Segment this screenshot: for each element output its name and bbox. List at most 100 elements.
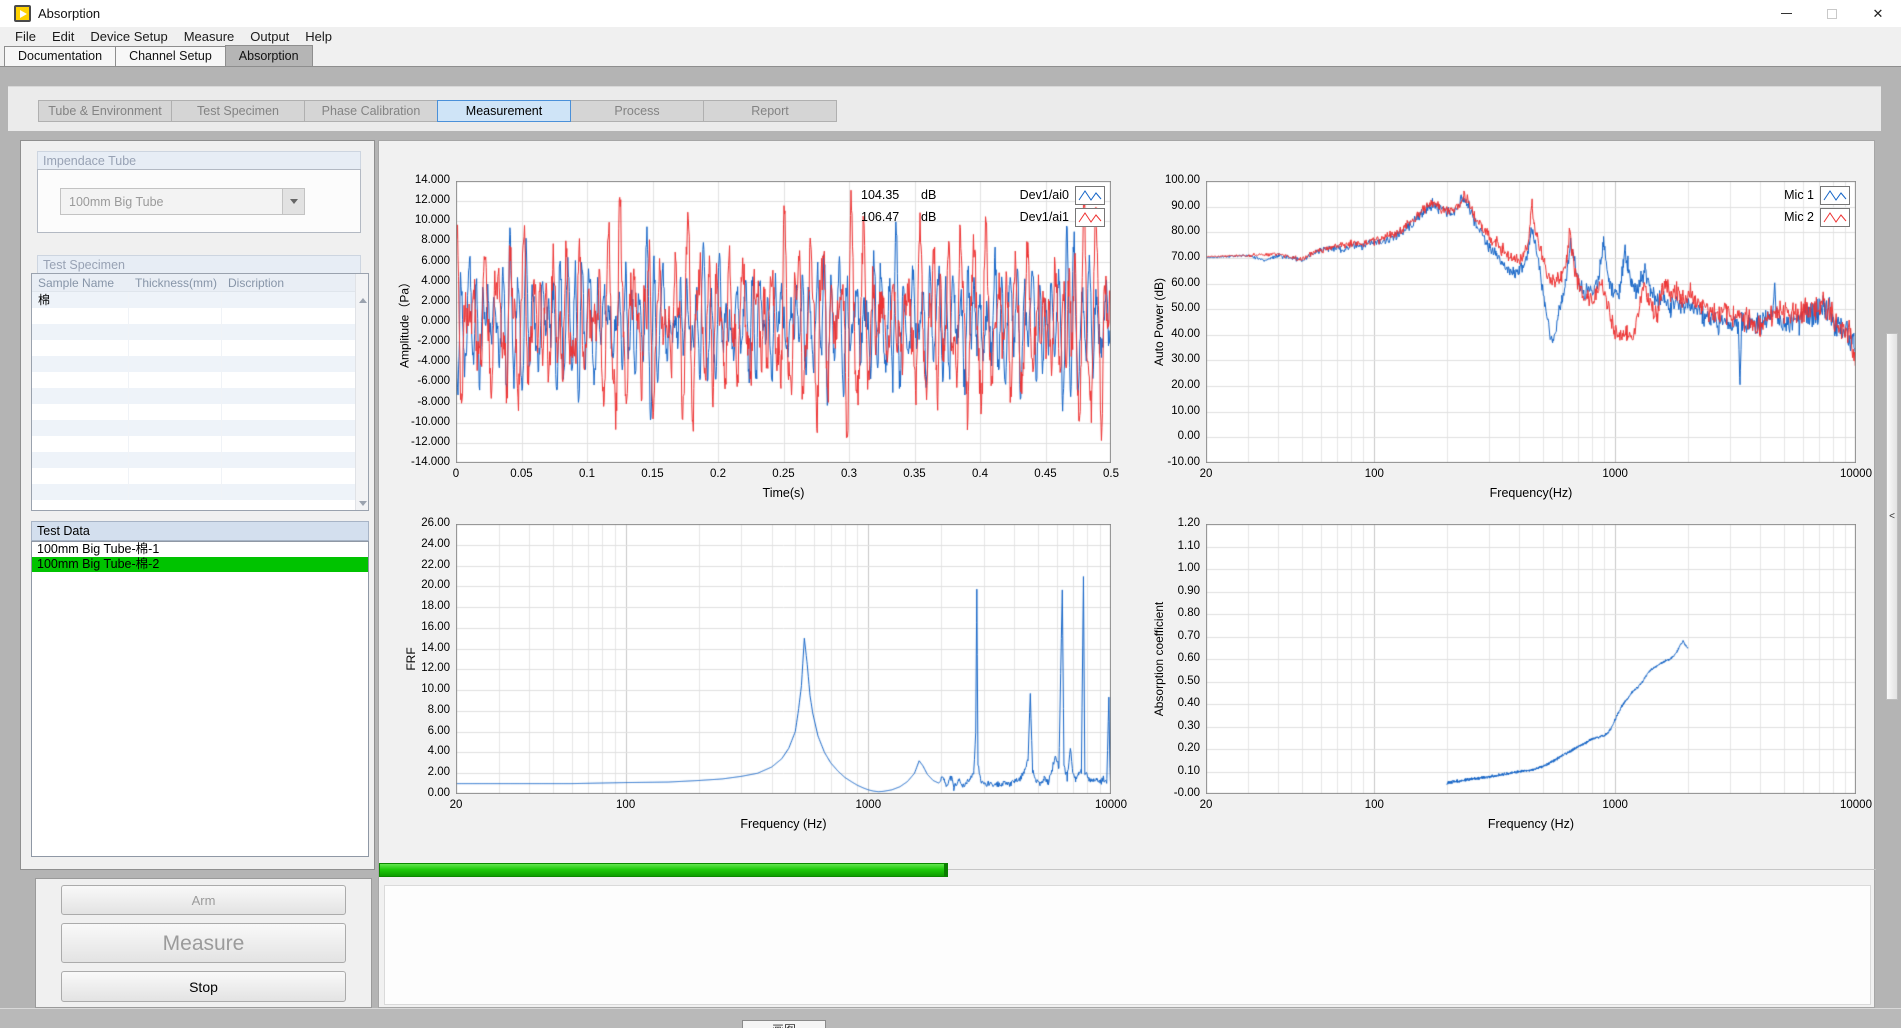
maximize-button[interactable] <box>1809 0 1855 27</box>
stop-button[interactable]: Stop <box>61 971 346 1002</box>
y-tick: 4.00 <box>372 745 450 757</box>
table-row[interactable]: 棉 <box>32 292 368 308</box>
table-cell <box>32 452 129 468</box>
table-row[interactable] <box>32 404 368 420</box>
y-tick: 100.00 <box>1122 174 1200 186</box>
impedance-tube-value: 100mm Big Tube <box>61 195 282 209</box>
x-tick: 0.4 <box>945 468 1015 480</box>
legend-entry: 106.47dBDev1/ai1 <box>456 208 1111 228</box>
minimize-icon <box>1781 13 1792 14</box>
legend-plot-icon[interactable] <box>1820 208 1850 227</box>
legend-value: 104.35 <box>861 188 899 202</box>
x-tick: 10000 <box>1076 799 1146 811</box>
y-tick: 10.000 <box>372 214 450 226</box>
y-axis-title: FRF <box>404 647 418 670</box>
legend-name: Mic 1 <box>1724 188 1814 202</box>
menu-device-setup[interactable]: Device Setup <box>82 27 175 46</box>
x-tick: 10000 <box>1821 799 1891 811</box>
column-header-col-a: Sample Name <box>32 274 129 291</box>
y-tick: 12.000 <box>372 194 450 206</box>
measure-button[interactable]: Measure <box>61 923 346 963</box>
x-tick: 0.3 <box>814 468 884 480</box>
table-cell <box>222 292 368 308</box>
menu-measure[interactable]: Measure <box>176 27 243 46</box>
table-cell <box>129 308 222 324</box>
tab-absorption[interactable]: Absorption <box>225 45 313 66</box>
table-scrollbar[interactable] <box>355 274 368 510</box>
legend-plot-icon[interactable] <box>1820 186 1850 205</box>
y-tick: 80.00 <box>1122 225 1200 237</box>
table-row[interactable] <box>32 324 368 340</box>
plot-canvas-frf <box>456 524 1111 794</box>
table-row[interactable] <box>32 388 368 404</box>
menu-file[interactable]: File <box>7 27 44 46</box>
y-tick: -10.00 <box>1122 456 1200 468</box>
menu-help[interactable]: Help <box>297 27 340 46</box>
panel-collapse-handle[interactable]: < <box>1886 333 1898 700</box>
legend-plot-icon[interactable] <box>1075 186 1105 205</box>
subtab-phase-calibration[interactable]: Phase Calibration <box>304 100 438 122</box>
table-cell <box>129 324 222 340</box>
table-row[interactable] <box>32 484 368 500</box>
y-tick: 22.00 <box>372 559 450 571</box>
x-tick: 0.25 <box>749 468 819 480</box>
x-tick: 20 <box>1171 468 1241 480</box>
left-panel: Impendace Tube 100mm Big Tube Test Speci… <box>20 140 375 870</box>
subtab-report[interactable]: Report <box>703 100 837 122</box>
chart-time_waveform: 14.00012.00010.0008.0006.0004.0002.0000.… <box>456 181 1111 463</box>
window-controls: ✕ <box>1763 0 1901 27</box>
chart-frf: 26.0024.0022.0020.0018.0016.0014.0012.00… <box>456 524 1111 794</box>
menu-edit[interactable]: Edit <box>44 27 82 46</box>
legend-unit: dB <box>921 210 936 224</box>
table-cell <box>32 372 129 388</box>
table-cell <box>32 468 129 484</box>
scroll-up-icon[interactable] <box>359 298 367 303</box>
subtab-tube-environment[interactable]: Tube & Environment <box>38 100 172 122</box>
table-row[interactable] <box>32 452 368 468</box>
subtab-test-specimen[interactable]: Test Specimen <box>171 100 305 122</box>
y-tick: 0.90 <box>1122 585 1200 597</box>
subtab-measurement[interactable]: Measurement <box>437 100 571 122</box>
y-tick: 10.00 <box>372 683 450 695</box>
table-row[interactable] <box>32 308 368 324</box>
table-cell <box>222 484 368 500</box>
subtab-process[interactable]: Process <box>570 100 704 122</box>
minimize-button[interactable] <box>1763 0 1809 27</box>
table-row[interactable] <box>32 340 368 356</box>
control-buttons-panel: Arm Measure Stop <box>35 878 372 1008</box>
tab-documentation[interactable]: Documentation <box>4 46 116 66</box>
tab-channel-setup[interactable]: Channel Setup <box>115 46 226 66</box>
table-header-row: Sample NameThickness(mm)Discription <box>32 274 368 292</box>
scroll-down-icon[interactable] <box>359 501 367 506</box>
plot-canvas-absorption <box>1206 524 1856 794</box>
table-cell <box>222 436 368 452</box>
arm-button[interactable]: Arm <box>61 885 346 915</box>
table-cell <box>129 340 222 356</box>
y-tick: 0.10 <box>1122 765 1200 777</box>
y-axis-title: Absorption coefficient <box>1152 602 1166 717</box>
table-row[interactable] <box>32 468 368 484</box>
table-row[interactable] <box>32 356 368 372</box>
close-button[interactable]: ✕ <box>1855 0 1901 27</box>
x-tick: 0.1 <box>552 468 622 480</box>
legend-entry: Mic 2 <box>1206 208 1856 228</box>
table-cell <box>32 388 129 404</box>
bottom-tab-partial[interactable]: 画图 <box>742 1020 826 1028</box>
legend-plot-icon[interactable] <box>1075 208 1105 227</box>
test-specimen-table: Sample NameThickness(mm)Discription棉 <box>31 273 369 511</box>
impedance-tube-select[interactable]: 100mm Big Tube <box>60 188 305 215</box>
menu-output[interactable]: Output <box>242 27 297 46</box>
y-tick: 24.00 <box>372 538 450 550</box>
table-cell <box>32 436 129 452</box>
test-data-item[interactable]: 100mm Big Tube-棉-2 <box>32 557 368 572</box>
test-data-item[interactable]: 100mm Big Tube-棉-1 <box>32 542 368 557</box>
table-row[interactable] <box>32 436 368 452</box>
impedance-tube-box: 100mm Big Tube <box>37 169 361 233</box>
chevron-down-icon[interactable] <box>282 189 304 214</box>
x-tick: 100 <box>1339 468 1409 480</box>
table-row[interactable] <box>32 420 368 436</box>
table-row[interactable] <box>32 372 368 388</box>
table-cell <box>129 388 222 404</box>
menu-bar: FileEditDevice SetupMeasureOutputHelp <box>0 27 1901 46</box>
app-window: Absorption ✕ FileEditDevice SetupMeasure… <box>0 0 1901 1028</box>
